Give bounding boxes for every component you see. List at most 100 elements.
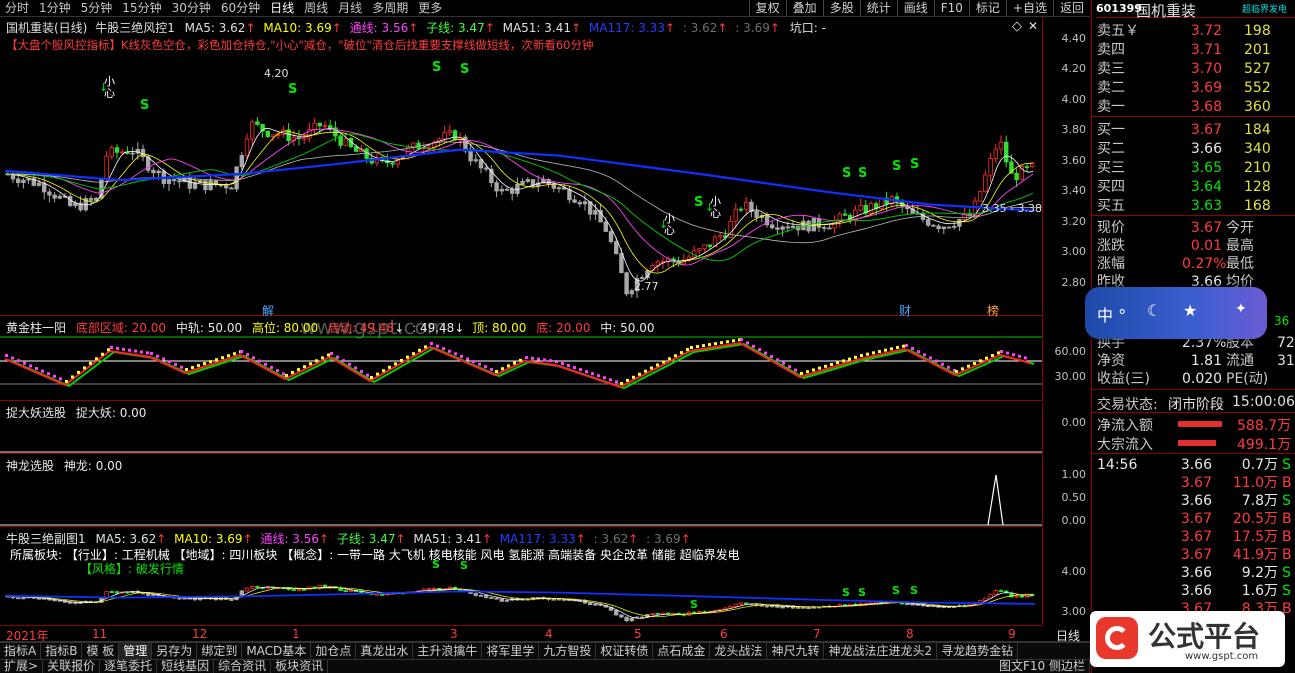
tab-leader[interactable]: 龙头战法 [710,643,768,659]
ask-row[interactable]: 卖三 3.70 527 [1092,60,1295,78]
time-label: 12 [192,627,208,641]
period-1min[interactable]: 1分钟 [34,0,76,16]
tab-general[interactable]: 将军里学 [482,643,540,659]
catch-demon-panel[interactable]: 捉大妖选股 捉大妖: 0.00 [0,402,1042,454]
svg-text:S: S [288,82,297,97]
extra-value-1: : 3.62 [593,532,629,546]
tab-dragon-strategy[interactable]: 神龙战法庄进龙头2 [824,643,938,659]
price-tick: 3.60 [1061,154,1087,167]
net-inflow-value: 588.7万 [1237,418,1292,434]
stat-row: 现价 3.67 今开 [1097,220,1254,236]
tick-row: 3.67 17.5万 B [1180,529,1292,545]
high-price-label: 4.20 [264,67,289,80]
tab-add-point[interactable]: 加仓点 [311,643,357,659]
extra-value-2: : 3.69 [646,532,681,546]
tab-main-wave[interactable]: 主升浪擒牛 [413,643,483,659]
logo-text: 公式平台 [1148,620,1261,653]
indicator-name: 捉大妖选股 [6,406,67,420]
period-60min[interactable]: 60分钟 [216,0,265,16]
diamond-icon[interactable]: ◇ [1012,19,1022,34]
golden-pillar-panel[interactable]: 黄金柱一阳 底部区域: 20.00 中轨: 50.00 高位: 80.00 启动… [0,317,1042,401]
svg-text:S: S [892,584,900,597]
bid-row[interactable]: 买四 3.64 128 [1092,178,1295,196]
tab-short-gene[interactable]: 短线基因 [157,660,215,673]
ma10-value: MA10: 3.69 [263,21,332,35]
stats-button[interactable]: 统计 [859,0,897,16]
close-icon[interactable]: ✕ [1028,19,1038,33]
tab-manage[interactable]: 管理 [119,643,153,659]
sub-chart-header: 牛股三绝副图1 MA5: 3.62↑ MA10: 3.69↑ 通线: 3.56↑… [6,530,691,547]
tab-template[interactable]: 模 板 [82,643,120,659]
axis-tick: 3.00 [1061,605,1087,618]
add-watchlist-button[interactable]: +自选 [1005,0,1053,16]
chart-toolbar: 复权 叠加 多股 统计 画线 F10 标记 +自选 返回 [748,0,1090,16]
tab-divine-ruler[interactable]: 神尺九转 [767,643,825,659]
tab-dragon-out[interactable]: 真龙出水 [356,643,414,659]
price-tick: 3.80 [1061,123,1087,136]
low-price-label: 2.77 [634,280,659,293]
time-label: 4 [545,627,553,641]
fuquan-button[interactable]: 复权 [748,0,786,16]
dragon-axis: 1.00 0.50 0.00 [1042,455,1090,527]
bid-row[interactable]: 买五 3.63 168 [1092,197,1295,215]
indicator-tabs: 指标A 指标B 模 板 管理 另存为 绑定到 MACD基本 加仓点 真龙出水 主… [0,642,1090,659]
tab-sector-news[interactable]: 板块资讯 [271,660,329,673]
bid-row[interactable]: 买一 3.67 184 [1092,121,1295,139]
tab-bind-to[interactable]: 绑定到 [197,643,243,659]
tab-warrant[interactable]: 权证转债 [596,643,654,659]
tab-news[interactable]: 综合资讯 [214,660,272,673]
axis-tick: 30.00 [1054,370,1087,383]
tab-related-quote[interactable]: 关联报价 [43,660,101,673]
high-value: 高位: 80.00 [251,321,319,335]
period-multi[interactable]: 多周期 [367,0,413,16]
multi-stock-button[interactable]: 多股 [822,0,860,16]
back-button[interactable]: 返回 [1052,0,1090,16]
divine-dragon-panel[interactable]: 神龙选股 神龙: 0.00 [0,455,1042,527]
tab-macd[interactable]: MACD基本 [242,643,312,659]
period-30min[interactable]: 30分钟 [167,0,216,16]
ask-row[interactable]: 卖四 3.71 201 [1092,41,1295,59]
period-5min[interactable]: 5分钟 [76,0,118,16]
tab-f10-sidebar[interactable]: 图文F10 侧边栏 [995,660,1090,673]
stat-row: 净资 1.81 流通 31 [1097,353,1295,369]
weather-widget[interactable]: 中 ° ☾ ★ ✦ [1085,287,1267,339]
period-monthly[interactable]: 月线 [333,0,367,16]
axis-tick: 4.00 [1061,565,1087,578]
tab-golden-touch[interactable]: 点石成金 [653,643,711,659]
period-intraday[interactable]: 分时 [0,0,34,16]
period-daily[interactable]: 日线 [265,0,299,16]
tick-row: 3.67 20.5万 B [1180,511,1292,527]
ask-row[interactable]: 卖一 3.68 360 [1092,98,1295,116]
f10-button[interactable]: F10 [933,0,969,16]
tab-indicator-a[interactable]: 指标A [0,643,42,659]
tick-row: 14:56 3.66 0.7万 S [1097,457,1291,473]
main-chart-panel[interactable]: S S S S S S S S S 小心 ↓ 小心 ↓ 小心 ↓ 国机重装(日线) 牛股三绝风控1 MA5:… [0,17,1042,339]
divine-dragon-chart [0,474,1042,526]
tab-dragon-trend[interactable]: 寻龙趋势金钻 [937,643,1019,659]
axis-tick: 1.00 [1061,468,1087,481]
tab-order-detail[interactable]: 逐笔委托 [100,660,158,673]
tab-expand[interactable]: 扩展> [0,660,44,673]
ma117-value: MA117: 3.33 [588,21,665,35]
tongxian-value: 通线: 3.56 [260,532,320,546]
period-15min[interactable]: 15分钟 [117,0,166,16]
ask-row[interactable]: 卖五￥ 3.72 198 [1092,22,1295,40]
tab-save-as[interactable]: 另存为 [152,643,198,659]
overlay-button[interactable]: 叠加 [785,0,823,16]
period-more[interactable]: 更多 [413,0,447,16]
draw-line-button[interactable]: 画线 [896,0,934,16]
period-weekly[interactable]: 周线 [299,0,333,16]
bid-row[interactable]: 买二 3.66 340 [1092,140,1295,158]
up-arrow-icon: ↑ [664,21,676,35]
mark-button[interactable]: 标记 [968,0,1006,16]
tab-indicator-b[interactable]: 指标B [41,643,83,659]
up-arrow-icon: ↑ [156,532,167,546]
bid-row[interactable]: 买三 3.65 210 [1092,159,1295,177]
up-arrow-icon: ↑ [242,532,253,546]
svg-text:S: S [910,157,919,172]
tab-jiufang[interactable]: 九方智投 [539,643,597,659]
sub-chart-panel[interactable]: SSSSSSS 牛股三绝副图1 MA5: 3.62↑ MA10: 3.69↑ 通… [0,528,1042,626]
trade-status-label: 交易状态: [1097,397,1158,413]
ask-row[interactable]: 卖二 3.69 552 [1092,79,1295,97]
stat-row: 涨跌 0.01 最高 [1097,238,1254,254]
